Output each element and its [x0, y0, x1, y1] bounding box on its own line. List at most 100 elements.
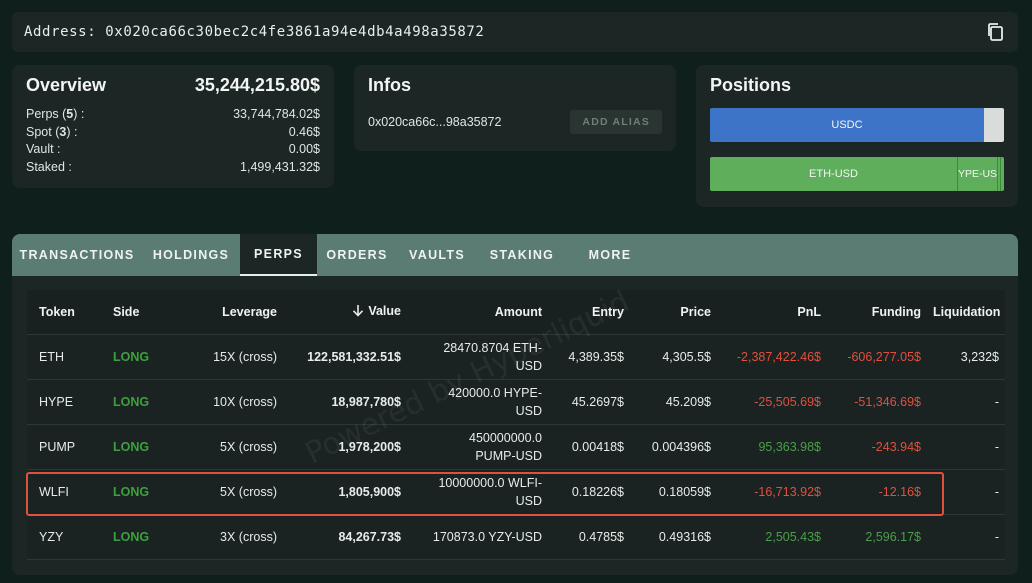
tab-more[interactable]: MORE: [567, 234, 653, 276]
overview-total: 35,244,215.80$: [194, 75, 320, 95]
overview-row-vault: Vault : 0.00$: [26, 141, 320, 159]
header-leverage[interactable]: Leverage: [175, 305, 283, 319]
overview-value: 0.46$: [288, 124, 320, 139]
cell-liquidation: -: [994, 530, 999, 544]
cell-price: 0.18059$: [658, 485, 711, 499]
positions-card: Positions USDC ETH-USD YPE-US: [696, 65, 1018, 207]
cell-leverage: 15X (cross): [213, 350, 277, 364]
tab-holdings[interactable]: HOLDINGS: [142, 234, 240, 276]
overview-value: 0.00$: [288, 142, 320, 156]
overview-value: 33,744,784.02$: [233, 107, 320, 121]
cell-side: LONG: [113, 395, 150, 409]
header-pnl[interactable]: PnL: [717, 305, 827, 319]
infos-card: Infos 0x020ca66c...98a35872 ADD ALIAS: [354, 65, 676, 151]
overview-count: 3: [59, 124, 67, 139]
usdc-segment[interactable]: USDC: [710, 108, 984, 142]
cell-side: LONG: [113, 530, 150, 544]
overview-title: Overview: [26, 75, 107, 95]
cell-leverage: 5X (cross): [220, 485, 277, 499]
arrow-down-icon: [353, 305, 364, 317]
tab-vaults[interactable]: VAULTS: [397, 234, 477, 276]
cell-amount-line: 170873.0 YZY-USD: [432, 530, 542, 544]
overview-row-staked: Staked : 1,499,431.32$: [26, 159, 320, 177]
table-row[interactable]: PUMP LONG 5X (cross) 1,978,200$ 45000000…: [27, 425, 1005, 470]
copy-icon[interactable]: [986, 22, 1004, 42]
overview-label: Vault :: [26, 142, 61, 156]
cell-side: LONG: [113, 485, 150, 499]
cell-value: 84,267.73$: [338, 530, 401, 544]
cell-liquidation: -: [994, 395, 999, 409]
eth-usd-segment[interactable]: ETH-USD: [710, 157, 958, 191]
cell-liquidation: -: [994, 440, 999, 454]
header-amount[interactable]: Amount: [407, 303, 548, 321]
cell-amount-line: 450000000.0: [469, 431, 542, 445]
cell-amount-line: USD: [515, 404, 542, 418]
header-value[interactable]: Value: [283, 304, 407, 321]
overview-value: 1,499,431.32$: [240, 159, 320, 174]
cell-side: LONG: [113, 440, 150, 454]
table-row[interactable]: YZY LONG 3X (cross) 84,267.73$ 170873.0 …: [27, 515, 1005, 560]
address-bar: Address: 0x020ca66c30bec2c4fe3861a94e4db…: [12, 12, 1018, 52]
cell-token: ETH: [39, 350, 64, 364]
cell-amount: 450000000.0 PUMP-USD: [407, 429, 548, 465]
header-liquidation[interactable]: Liquidation: [927, 305, 1005, 319]
perps-allocation-bar: ETH-USD YPE-US: [710, 157, 1004, 191]
tab-orders[interactable]: ORDERS: [317, 234, 397, 276]
cell-value: 18,987,780$: [331, 395, 401, 409]
cell-price: 0.004396$: [651, 440, 711, 454]
header-side[interactable]: Side: [107, 305, 175, 319]
cell-price: 45.209$: [665, 395, 711, 409]
cell-amount-line: 28470.8704 ETH-: [443, 341, 542, 355]
cell-funding: -243.94$: [871, 440, 921, 454]
positions-title: Positions: [710, 75, 792, 95]
tab-staking[interactable]: STAKING: [477, 234, 567, 276]
overview-row-perps: Perps (5) : 33,744,784.02$: [26, 106, 320, 124]
cell-pnl: 2,505.43$: [765, 530, 821, 544]
cell-value: 1,805,900$: [338, 485, 401, 499]
table-row[interactable]: ETH LONG 15X (cross) 122,581,332.51$ 284…: [27, 335, 1005, 380]
cell-entry: 0.00418$: [571, 440, 624, 454]
table-header: Token Side Leverage Value Amount Entry P…: [27, 290, 1005, 335]
cell-value: 1,978,200$: [338, 440, 401, 454]
header-token[interactable]: Token: [27, 305, 107, 319]
cell-amount: 10000000.0 WLFI- USD: [407, 474, 548, 510]
cell-amount: 28470.8704 ETH- USD: [407, 339, 548, 375]
small-segment[interactable]: [1001, 157, 1004, 191]
infos-title: Infos: [368, 75, 411, 95]
cell-leverage: 3X (cross): [220, 530, 277, 544]
cell-amount: 170873.0 YZY-USD: [407, 528, 548, 546]
cell-amount-line: PUMP-USD: [475, 449, 542, 463]
cell-pnl: -25,505.69$: [754, 395, 821, 409]
cell-entry: 45.2697$: [571, 395, 624, 409]
overview-label: Spot: [26, 124, 52, 139]
overview-row-spot: Spot (3) : 0.46$: [26, 124, 320, 142]
cell-amount: 420000.0 HYPE- USD: [407, 384, 548, 420]
header-funding[interactable]: Funding: [827, 305, 927, 319]
cell-token: PUMP: [39, 440, 76, 454]
cell-liquidation: 3,232$: [960, 350, 999, 364]
overview-card: Overview 35,244,215.80$ Perps (5) : 33,7…: [12, 65, 334, 188]
cell-entry: 0.4785$: [578, 530, 624, 544]
add-alias-button[interactable]: ADD ALIAS: [570, 110, 662, 134]
spot-allocation-bar: USDC: [710, 108, 1004, 142]
cell-amount-line: USD: [515, 494, 542, 508]
table-row[interactable]: WLFI LONG 5X (cross) 1,805,900$ 10000000…: [27, 470, 1005, 515]
cell-pnl: -2,387,422.46$: [736, 350, 821, 364]
other-spot-segment[interactable]: [984, 108, 1004, 142]
overview-count: 5: [66, 107, 74, 121]
overview-label: Staked :: [26, 159, 72, 174]
overview-label: Perps: [26, 107, 59, 121]
table-row[interactable]: HYPE LONG 10X (cross) 18,987,780$ 420000…: [27, 380, 1005, 425]
cell-leverage: 5X (cross): [220, 440, 277, 454]
cell-price: 4,305.5$: [662, 350, 711, 364]
tab-bar: TRANSACTIONS HOLDINGS PERPS ORDERS VAULT…: [12, 234, 1018, 276]
tab-perps[interactable]: PERPS: [240, 234, 317, 276]
header-entry[interactable]: Entry: [548, 305, 630, 319]
cell-token: HYPE: [39, 395, 74, 409]
cell-entry: 4,389.35$: [568, 350, 624, 364]
hype-usd-segment[interactable]: YPE-US: [958, 157, 998, 191]
cell-amount-line: USD: [515, 359, 542, 373]
header-price[interactable]: Price: [630, 305, 717, 319]
cell-pnl: -16,713.92$: [754, 485, 821, 499]
tab-transactions[interactable]: TRANSACTIONS: [12, 234, 142, 276]
